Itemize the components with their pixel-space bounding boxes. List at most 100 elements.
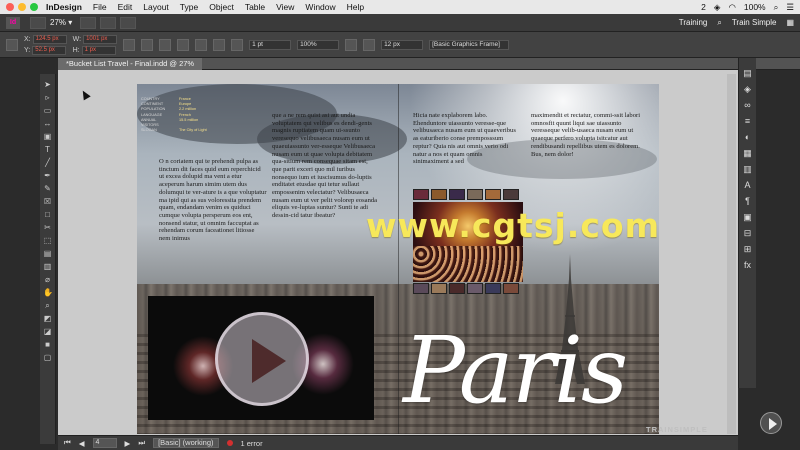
document-spread[interactable]: COUNTRY France CONTINENT Europe POPULATION… <box>137 84 659 434</box>
body-text-column-1[interactable]: O n coriatem qui te prehendi pulpa as ti… <box>159 158 267 268</box>
menu-object[interactable]: Object <box>209 2 234 12</box>
w-field[interactable]: 1001 px <box>83 34 118 44</box>
layers-panel-icon[interactable]: ◈ <box>743 84 753 94</box>
links-panel-icon[interactable]: ∞ <box>743 100 753 110</box>
search-icon[interactable]: ⌕ <box>717 18 721 28</box>
pen-tool-icon[interactable]: ✒ <box>43 171 52 180</box>
fireworks-video-frame[interactable] <box>148 296 374 420</box>
rectangle-tool-icon[interactable]: □ <box>43 210 52 219</box>
type-tool-icon[interactable]: T <box>43 145 52 154</box>
fill-swatch-icon[interactable] <box>231 38 244 51</box>
search-icon[interactable]: ⌕ <box>774 2 779 13</box>
rotate-icon[interactable] <box>159 38 172 51</box>
swatches-panel-icon[interactable]: ▦ <box>743 148 753 158</box>
pathfinder-panel-icon[interactable]: ⊞ <box>743 244 753 254</box>
page-number-field[interactable]: 4 <box>92 438 117 448</box>
last-page-icon[interactable]: ⏭ <box>138 438 145 448</box>
screen-mode-button[interactable] <box>100 16 117 29</box>
next-page-icon[interactable]: ▶ <box>125 439 131 448</box>
grid-icon[interactable]: ▦ <box>786 18 794 27</box>
vertical-scrollbar[interactable] <box>727 74 736 434</box>
object-style-field[interactable]: [Basic Graphics Frame] <box>429 39 510 50</box>
scale-icon[interactable] <box>141 38 154 51</box>
error-count[interactable]: 1 error <box>241 439 263 448</box>
screen-mode-icon[interactable]: ▢ <box>43 353 52 362</box>
pages-panel-icon[interactable]: ▤ <box>743 68 753 78</box>
play-button[interactable] <box>215 312 309 406</box>
user-account[interactable]: Train Simple <box>732 18 777 27</box>
previous-page-icon[interactable]: ◀ <box>79 439 85 448</box>
menu-view[interactable]: View <box>276 2 294 12</box>
selection-tool-icon[interactable]: ➤ <box>43 80 52 89</box>
body-text-column-3[interactable]: Hicia nate explaborem labo. Ehenduntore … <box>413 112 519 182</box>
menu-layout[interactable]: Layout <box>143 2 169 12</box>
paragraph-styles-icon[interactable]: ¶ <box>743 196 753 206</box>
stroke-weight-field[interactable]: 1 pt <box>249 39 292 50</box>
text-wrap-panel-icon[interactable]: ▣ <box>743 212 753 222</box>
menu-help[interactable]: Help <box>347 2 364 12</box>
direct-selection-tool-icon[interactable]: ▹ <box>43 93 52 102</box>
dropbox-icon[interactable]: ◈ <box>714 2 721 13</box>
zoom-level-select[interactable]: 27% ▾ <box>50 18 72 27</box>
bridge-button[interactable] <box>30 16 46 29</box>
eyedropper-tool-icon[interactable]: ⌀ <box>43 275 52 284</box>
gradient-tool-icon[interactable]: ▤ <box>43 249 52 258</box>
text-wrap-icon[interactable] <box>363 38 376 51</box>
menu-list-icon[interactable]: ☰ <box>786 2 794 13</box>
zoom-tool-icon[interactable]: ⌕ <box>43 301 52 310</box>
default-colors-icon[interactable]: ◩ <box>43 314 52 323</box>
battery-level[interactable]: 100% <box>744 2 766 12</box>
fill-stroke-icon[interactable]: ◪ <box>43 327 52 336</box>
line-tool-icon[interactable]: ╱ <box>43 158 52 167</box>
arrange-documents-button[interactable] <box>120 16 137 29</box>
zoom-window-button[interactable] <box>30 3 38 11</box>
photo-thumbnail-strip-top[interactable] <box>413 189 519 200</box>
content-collector-icon[interactable]: ▣ <box>43 132 52 141</box>
hand-tool-icon[interactable]: ✋ <box>43 288 53 297</box>
y-field[interactable]: 52.5 px <box>32 45 67 55</box>
document-tab[interactable]: *Bucket List Travel - Final.indd @ 27% <box>58 57 203 70</box>
gradient-panel-icon[interactable]: ▥ <box>743 164 753 174</box>
body-text-column-4[interactable]: maximendit et rectatur, commi-ssit labor… <box>531 112 641 182</box>
menu-edit[interactable]: Edit <box>118 2 133 12</box>
first-page-icon[interactable]: ⏮ <box>64 438 71 448</box>
stroke-panel-icon[interactable]: ≡ <box>743 116 753 126</box>
pencil-tool-icon[interactable]: ✎ <box>43 184 52 193</box>
gap-tool-icon[interactable]: ↔ <box>43 119 52 128</box>
menu-file[interactable]: File <box>93 2 107 12</box>
next-lesson-button[interactable] <box>760 412 782 434</box>
wifi-icon[interactable]: ◠ <box>728 2 735 13</box>
apply-color-icon[interactable]: ■ <box>43 340 52 349</box>
view-options-button[interactable] <box>80 16 97 29</box>
character-styles-icon[interactable]: A <box>743 180 753 190</box>
headline[interactable]: Paris <box>403 316 653 426</box>
size-field[interactable]: 12 px <box>381 39 424 50</box>
body-text-column-2[interactable]: que a ne rem quist asi aut undia volupta… <box>272 112 378 272</box>
color-panel-icon[interactable]: ◐ <box>743 132 753 142</box>
menu-app-name[interactable]: InDesign <box>46 2 82 12</box>
constrain-proportions-icon[interactable] <box>123 38 136 51</box>
page-tool-icon[interactable]: ▭ <box>43 106 52 115</box>
x-field[interactable]: 124.5 px <box>32 34 67 44</box>
preflight-profile[interactable]: [Basic] (working) <box>153 438 219 448</box>
align-panel-icon[interactable]: ⊟ <box>743 228 753 238</box>
photo-thumbnail-strip-bottom[interactable] <box>413 283 519 294</box>
scissors-tool-icon[interactable]: ✂ <box>43 223 52 232</box>
minimize-window-button[interactable] <box>18 3 26 11</box>
reference-point-icon[interactable] <box>6 38 18 51</box>
effects-icon[interactable] <box>345 38 358 51</box>
h-field[interactable]: 1 px <box>81 45 116 55</box>
close-window-button[interactable] <box>6 3 14 11</box>
notification-count[interactable]: 2 <box>701 2 706 12</box>
shear-icon[interactable] <box>177 38 190 51</box>
free-transform-tool-icon[interactable]: ⬚ <box>43 236 52 245</box>
opacity-field[interactable]: 100% <box>297 39 340 50</box>
menu-table[interactable]: Table <box>245 2 265 12</box>
flip-icon[interactable] <box>195 38 208 51</box>
menu-window[interactable]: Window <box>305 2 335 12</box>
city-facts-box[interactable]: COUNTRY France CONTINENT Europe POPULATION… <box>141 97 221 133</box>
menu-type[interactable]: Type <box>180 2 198 12</box>
note-tool-icon[interactable]: ▥ <box>43 262 52 271</box>
workspace-switcher[interactable]: Training <box>679 18 708 27</box>
effects-panel-icon[interactable]: fx <box>743 260 753 270</box>
